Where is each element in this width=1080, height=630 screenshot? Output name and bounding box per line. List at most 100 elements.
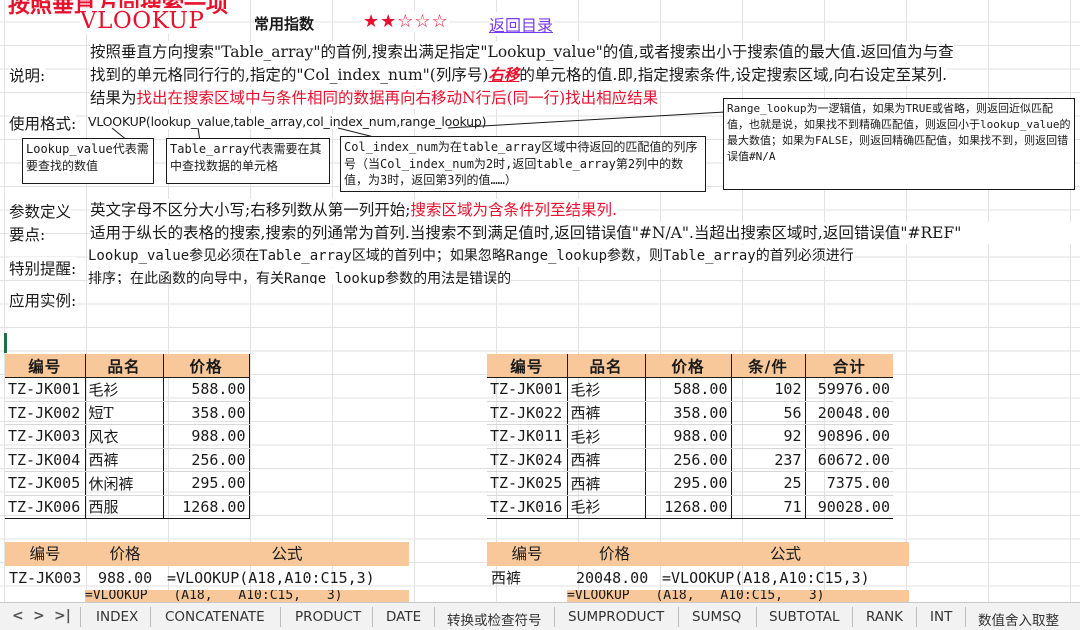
right-formula-example: 编号 价格 公式 西裤 20048.00 =VLOOKUP(A18,A10:C1… [487,542,909,602]
table-header: 合计 [805,354,893,378]
callout-table-array: Table_array代表需要在其中查找数据的单元格 [166,138,330,184]
cell-name[interactable]: 西裤 [567,448,646,472]
cell-price[interactable]: 295.00 [645,471,732,496]
formula-header-id: 编号 [511,545,543,563]
callout-range-lookup: Range_lookup为一逻辑值，如果为TRUE或省略，则返回近似匹配值，也就… [723,98,1075,190]
tab-sumsq[interactable]: SUMSQ [692,609,741,625]
cell-id[interactable]: TZ-JK022 [487,401,568,425]
tab-date[interactable]: DATE [386,609,421,625]
cell-id[interactable]: TZ-JK005 [5,471,86,496]
cell-id[interactable]: TZ-JK003 [5,424,86,449]
cell-price[interactable]: 988.00 [163,424,250,449]
cell-price[interactable]: 256.00 [645,448,732,472]
last-sheet-icon[interactable]: >| [54,608,71,624]
cell-name[interactable]: 西服 [85,495,164,519]
cell-price[interactable]: 295.00 [163,471,250,496]
cell-name[interactable]: 风衣 [85,424,164,449]
tab-separator [150,607,151,627]
cell-total[interactable]: 60672.00 [805,448,893,472]
table-header: 编号 [5,354,86,378]
formula-text-cell[interactable]: =VLOOKUP(A18,A10:C15,3) [662,566,870,590]
tab-product[interactable]: PRODUCT [295,609,361,625]
cell-qty[interactable]: 102 [731,377,806,402]
formula-text-cell[interactable]: =VLOOKUP(A18,A10:C15,3) [167,566,375,590]
params-text-highlight: 搜索区域为含条件列至结果列. [410,201,617,219]
next-sheet-icon[interactable]: > [33,608,45,624]
cell-price[interactable]: 358.00 [163,401,250,425]
cell-qty[interactable]: 71 [731,495,806,519]
tab-int[interactable]: INT [930,609,952,625]
tab-round[interactable]: 数值舍入取整 [978,609,1059,629]
tab-convert-check[interactable]: 转换或检查符号 [447,609,542,629]
cell-name[interactable]: 短T [85,401,164,425]
formula-header-formula: 公式 [769,545,801,563]
params-text: 英文字母不区分大小写;右移列数从第一列开始;搜索区域为含条件列至结果列. [90,199,617,221]
cell-name[interactable]: 休闲裤 [85,471,164,496]
formula-key-cell[interactable]: 西裤 [491,566,521,590]
cell-name[interactable]: 毛衫 [85,377,164,402]
prev-sheet-icon[interactable]: < [12,608,24,624]
cell-price[interactable]: 1268.00 [163,495,250,519]
cell-name[interactable]: 西裤 [85,448,164,472]
cell-total[interactable]: 20048.00 [805,401,893,425]
tab-sumproduct[interactable]: SUMPRODUCT [568,609,664,625]
cell-id[interactable]: TZ-JK004 [5,448,86,472]
tab-separator [80,607,81,627]
callout-lookup-value: Lookup_value代表需要查找的数值 [22,138,154,184]
cell-id[interactable]: TZ-JK001 [487,377,568,402]
cell-id[interactable]: TZ-JK025 [487,471,568,496]
cell-id[interactable]: TZ-JK001 [5,377,86,402]
cell-price[interactable]: 256.00 [163,448,250,472]
callout-col-index-num: Col_index_num为在table_array区域中待返回的匹配值的列序号… [340,136,706,192]
formula-key-cell[interactable]: TZ-JK003 [9,566,81,590]
table-row: TZ-JK016 毛衫 1268.00 71 90028.00 [487,495,893,519]
cell-total[interactable]: 59976.00 [805,377,893,402]
sheet-tab-bar: < > >| INDEX CONCATENATE PRODUCT DATE 转换… [0,602,1080,630]
table-row: TZ-JK001 毛衫 588.00 [5,377,250,402]
cell-total[interactable]: 90028.00 [805,495,893,519]
tab-subtotal[interactable]: SUBTOTAL [769,609,840,625]
cell-qty[interactable]: 237 [731,448,806,472]
tab-rank[interactable]: RANK [866,609,903,625]
table-row: TZ-JK006 西服 1268.00 [5,495,250,519]
left-formula-example: 编号 价格 公式 TZ-JK003 988.00 =VLOOKUP(A18,A1… [5,542,409,602]
table-row: TZ-JK004 西裤 256.00 [5,448,250,472]
table-row: TZ-JK001 毛衫 588.00 102 59976.00 [487,377,893,402]
cell-price[interactable]: 588.00 [163,377,250,402]
table-row: TZ-JK011 毛衫 988.00 92 90896.00 [487,424,893,449]
cell-price[interactable]: 988.00 [645,424,732,449]
cell-name[interactable]: 毛衫 [567,424,646,449]
cell-name[interactable]: 毛衫 [567,377,646,402]
cell-qty[interactable]: 56 [731,401,806,425]
cell-total[interactable]: 7375.00 [805,471,893,496]
cell-id[interactable]: TZ-JK024 [487,448,568,472]
table-header: 品名 [567,354,646,378]
table-row: TZ-JK005 休闲裤 295.00 [5,471,250,496]
formula-header-formula: 公式 [271,545,303,563]
table-row: TZ-JK002 短T 358.00 [5,401,250,425]
cell-name[interactable]: 毛衫 [567,495,646,519]
cell-qty[interactable]: 25 [731,471,806,496]
notice-line-1: Lookup_value参见必须在Table_array区域的首列中；如果忽略R… [88,245,854,267]
formula-value-cell[interactable]: 20048.00 [576,566,648,590]
table-header: 编号 [487,354,568,378]
cell-price[interactable]: 1268.00 [645,495,732,519]
tab-separator [554,607,555,627]
cell-price[interactable]: 588.00 [645,377,732,402]
cell-price[interactable]: 358.00 [645,401,732,425]
cell-id[interactable]: TZ-JK002 [5,401,86,425]
cell-name[interactable]: 西裤 [567,401,646,425]
cell-qty[interactable]: 92 [731,424,806,449]
cell-id[interactable]: TZ-JK016 [487,495,568,519]
cell-name[interactable]: 西裤 [567,471,646,496]
cell-id[interactable]: TZ-JK006 [5,495,86,519]
formula-cut-row: =VLOOKUP (A18, A10:C15, 3) [85,590,409,602]
notice-label: 特别提醒: [9,257,77,279]
formula-header-id: 编号 [29,545,61,563]
tab-concatenate[interactable]: CONCATENATE [165,609,265,625]
tab-index[interactable]: INDEX [96,609,138,625]
cell-id[interactable]: TZ-JK011 [487,424,568,449]
tab-separator [280,607,281,627]
cell-total[interactable]: 90896.00 [805,424,893,449]
formula-value-cell[interactable]: 988.00 [98,566,152,590]
